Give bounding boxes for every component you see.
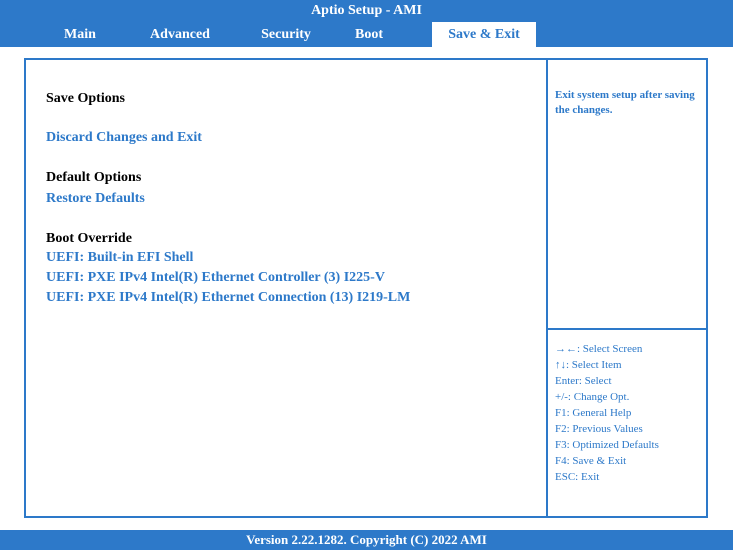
key-legend: →←: Select Screen ↑↓: Select Item Enter:… — [548, 330, 708, 516]
save-options-header: Save Options — [46, 91, 125, 106]
key-legend-select-item: ↑↓: Select Item — [555, 359, 622, 371]
boot-override-header: Boot Override — [46, 231, 132, 246]
item-help-text: Exit system setup after saving the chang… — [555, 89, 695, 116]
window-title: Aptio Setup - AMI — [0, 0, 733, 22]
help-panel: Exit system setup after saving the chang… — [548, 60, 708, 516]
item-help-area: Exit system setup after saving the chang… — [548, 60, 708, 330]
restore-defaults-item[interactable]: Restore Defaults — [46, 191, 145, 207]
tab-separator — [0, 47, 733, 58]
discard-changes-and-exit-item[interactable]: Discard Changes and Exit — [46, 130, 202, 146]
boot-override-pxe-i225v-item[interactable]: UEFI: PXE IPv4 Intel(R) Ethernet Control… — [46, 270, 385, 286]
tab-bar: Main Advanced Security Boot Save & Exit — [0, 22, 733, 58]
options-panel: Save Options Save Changes and Exit Disca… — [26, 60, 548, 516]
key-legend-esc-exit: ESC: Exit — [555, 471, 600, 483]
key-legend-enter: Enter: Select — [555, 375, 612, 387]
key-legend-change-opt: +/-: Change Opt. — [555, 391, 630, 403]
version-footer: Version 2.22.1282. Copyright (C) 2022 AM… — [0, 530, 733, 550]
key-legend-optimized-defaults: F3: Optimized Defaults — [555, 439, 659, 451]
default-options-header: Default Options — [46, 170, 142, 185]
save-changes-and-exit-item[interactable]: Save Changes and Exit — [46, 110, 183, 126]
main-frame: Save Options Save Changes and Exit Disca… — [24, 58, 708, 518]
key-legend-previous-values: F2: Previous Values — [555, 423, 643, 435]
boot-override-pxe-i219lm-item[interactable]: UEFI: PXE IPv4 Intel(R) Ethernet Connect… — [46, 290, 410, 306]
key-legend-select-screen: →←: Select Screen — [555, 343, 643, 355]
key-legend-general-help: F1: General Help — [555, 407, 632, 419]
boot-override-efi-shell-item[interactable]: UEFI: Built-in EFI Shell — [46, 250, 193, 266]
key-legend-save-exit: F4: Save & Exit — [555, 455, 627, 467]
